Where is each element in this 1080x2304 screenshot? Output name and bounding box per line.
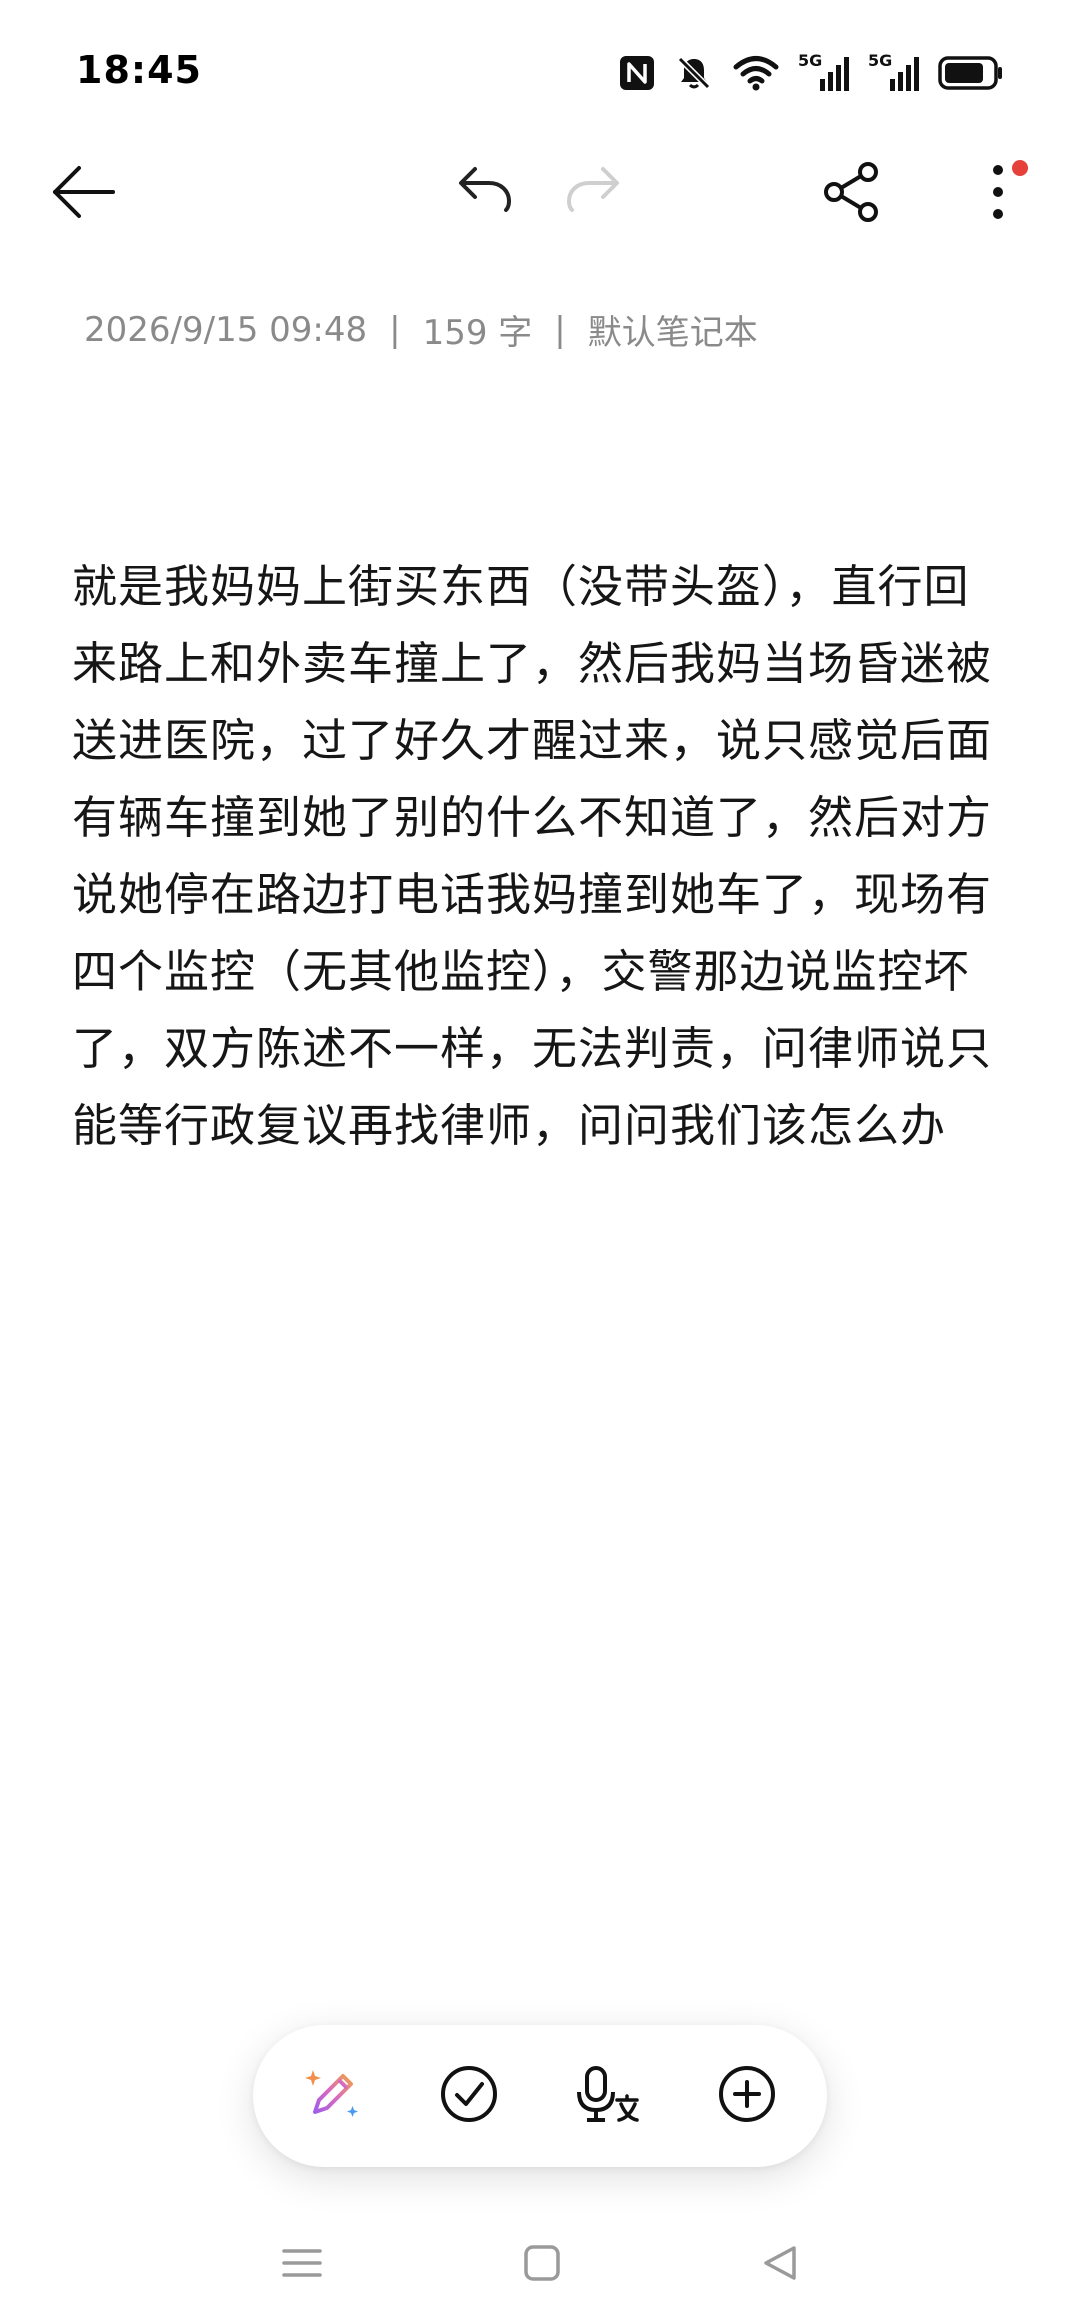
wifi-icon xyxy=(732,54,780,92)
checklist-button[interactable] xyxy=(419,2046,519,2146)
notification-dot xyxy=(1012,160,1028,176)
signal-5g-icon: 5G xyxy=(868,51,920,93)
back-triangle-icon xyxy=(760,2243,800,2287)
undo-button[interactable] xyxy=(432,140,532,240)
home-button[interactable] xyxy=(502,2230,582,2300)
status-icons: 5G 5G xyxy=(618,48,1004,98)
share-icon xyxy=(820,160,884,228)
top-toolbar xyxy=(0,140,1080,255)
recent-apps-button[interactable] xyxy=(262,2230,342,2300)
mute-bell-icon xyxy=(674,53,714,93)
ai-pen-icon xyxy=(301,2062,365,2130)
redo-button[interactable] xyxy=(546,140,646,240)
add-button[interactable] xyxy=(697,2046,797,2146)
bottom-toolbar xyxy=(253,2025,827,2167)
note-date: 2026/9/15 09:48 xyxy=(84,309,368,350)
back-arrow-icon xyxy=(49,162,119,226)
nfc-icon xyxy=(618,54,656,92)
meta-separator: | xyxy=(554,309,566,350)
meta-separator: | xyxy=(389,309,401,350)
voice-to-text-button[interactable] xyxy=(559,2046,659,2146)
redo-icon xyxy=(563,163,629,217)
share-button[interactable] xyxy=(802,144,902,244)
note-word-count: 159 字 xyxy=(422,313,533,353)
voice-to-text-icon xyxy=(573,2062,645,2130)
note-body-editor[interactable]: 就是我妈妈上街买东西（没带头盔），直行回来路上和外卖车撞上了，然后我妈当场昏迷被… xyxy=(72,548,1008,1164)
status-bar: 18:45 5G 5G xyxy=(0,0,1080,140)
add-icon xyxy=(715,2062,779,2130)
more-vertical-icon xyxy=(988,160,1008,228)
more-options-button[interactable] xyxy=(948,144,1048,244)
battery-icon xyxy=(938,55,1004,91)
note-meta: 2026/9/15 09:48 | 159 字 | 默认笔记本 xyxy=(84,305,758,354)
undo-icon xyxy=(449,163,515,217)
home-icon xyxy=(522,2243,562,2287)
nav-back-button[interactable] xyxy=(740,2230,820,2300)
status-time: 18:45 xyxy=(76,48,202,92)
ai-write-button[interactable] xyxy=(283,2046,383,2146)
menu-icon xyxy=(280,2243,324,2287)
checklist-icon xyxy=(437,2062,501,2130)
system-nav-bar xyxy=(0,2230,1080,2304)
note-notebook[interactable]: 默认笔记本 xyxy=(588,305,758,354)
signal-5g-icon: 5G xyxy=(798,51,850,93)
back-button[interactable] xyxy=(34,144,134,244)
